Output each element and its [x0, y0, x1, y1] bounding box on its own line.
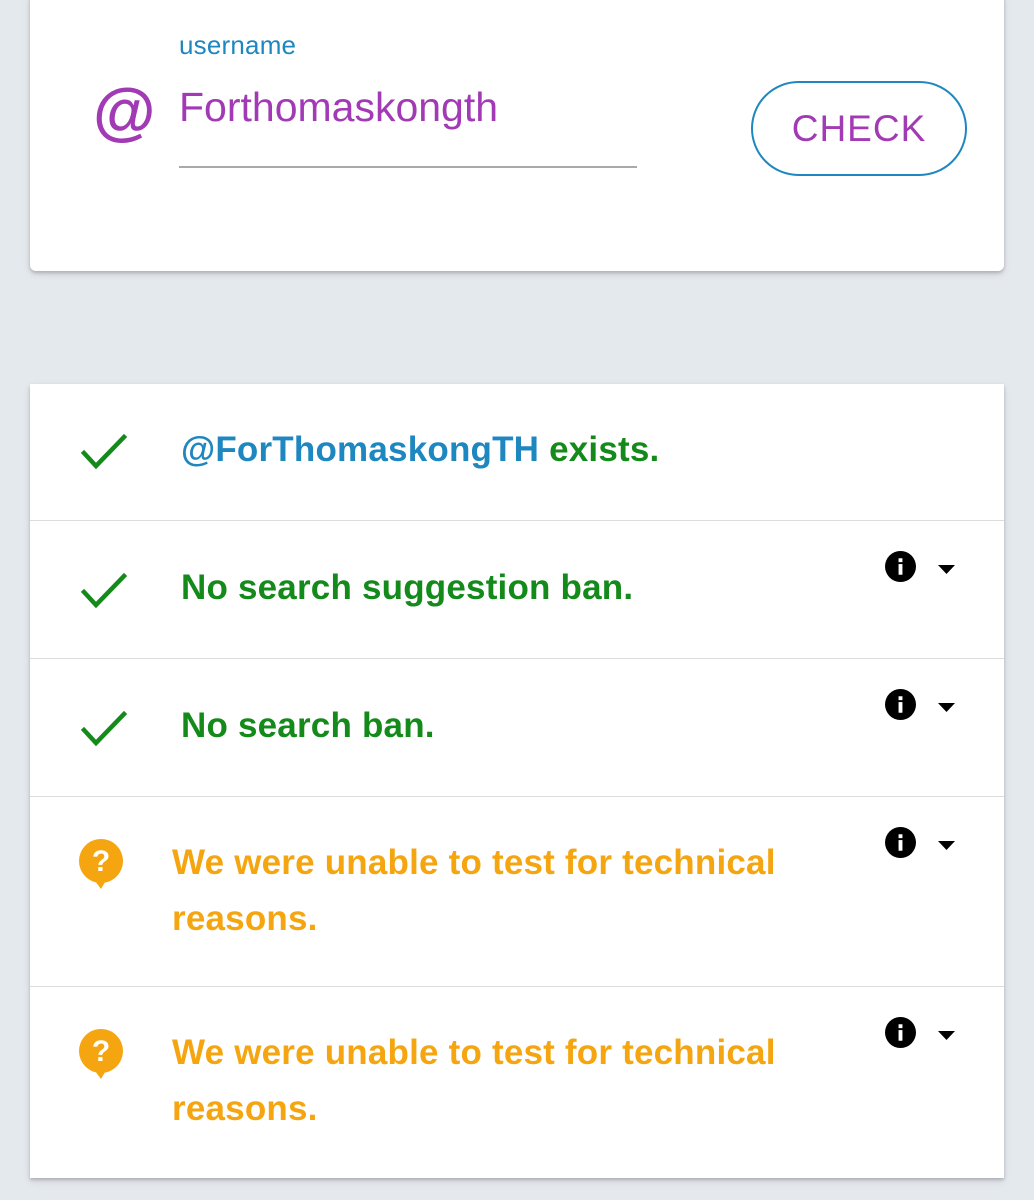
checkmark-icon — [80, 433, 128, 470]
result-text: @ForThomaskongTH exists. — [181, 422, 659, 478]
dropdown-caret-icon[interactable] — [938, 703, 955, 713]
svg-text:?: ? — [92, 1035, 110, 1068]
svg-text:?: ? — [92, 845, 110, 878]
checkmark-icon — [80, 710, 128, 747]
result-row-search-suggestion-ban: No search suggestion ban. — [30, 521, 1004, 659]
result-row-search-ban: No search ban. — [30, 659, 1004, 797]
info-icon[interactable] — [885, 827, 916, 858]
username-handle: @ForThomaskongTH — [181, 430, 540, 469]
result-text: No search suggestion ban. — [181, 568, 634, 607]
dropdown-caret-icon[interactable] — [938, 1031, 955, 1041]
dropdown-caret-icon[interactable] — [938, 841, 955, 851]
question-bubble-icon: ? — [79, 839, 123, 889]
username-search-card: username @ CHECK — [30, 0, 1004, 271]
username-input[interactable] — [179, 86, 637, 168]
exists-text: exists. — [539, 430, 660, 469]
info-icon[interactable] — [885, 551, 916, 582]
result-row-ghost-ban: ? We were unable to test for technical r… — [30, 797, 1004, 987]
dropdown-caret-icon[interactable] — [938, 565, 955, 575]
result-text: We were unable to test for technical rea… — [172, 835, 776, 947]
at-sign-icon: @ — [92, 76, 155, 148]
result-row-exists: @ForThomaskongTH exists. — [30, 384, 1004, 521]
result-text-line: reasons. — [172, 899, 318, 938]
username-field-label: username — [179, 30, 297, 60]
result-text-line: We were unable to test for technical — [172, 843, 776, 882]
info-icon[interactable] — [885, 1017, 916, 1048]
result-text: No search ban. — [181, 706, 435, 745]
checkmark-icon — [80, 572, 128, 609]
question-bubble-icon: ? — [79, 1029, 123, 1079]
result-text-line: We were unable to test for technical — [172, 1033, 776, 1072]
result-text: We were unable to test for technical rea… — [172, 1025, 776, 1137]
info-icon[interactable] — [885, 689, 916, 720]
check-button[interactable]: CHECK — [751, 81, 967, 176]
result-row-reply-deboosting: ? We were unable to test for technical r… — [30, 987, 1004, 1178]
results-card: @ForThomaskongTH exists. No search sugge… — [30, 384, 1004, 1178]
result-text-line: reasons. — [172, 1089, 318, 1128]
